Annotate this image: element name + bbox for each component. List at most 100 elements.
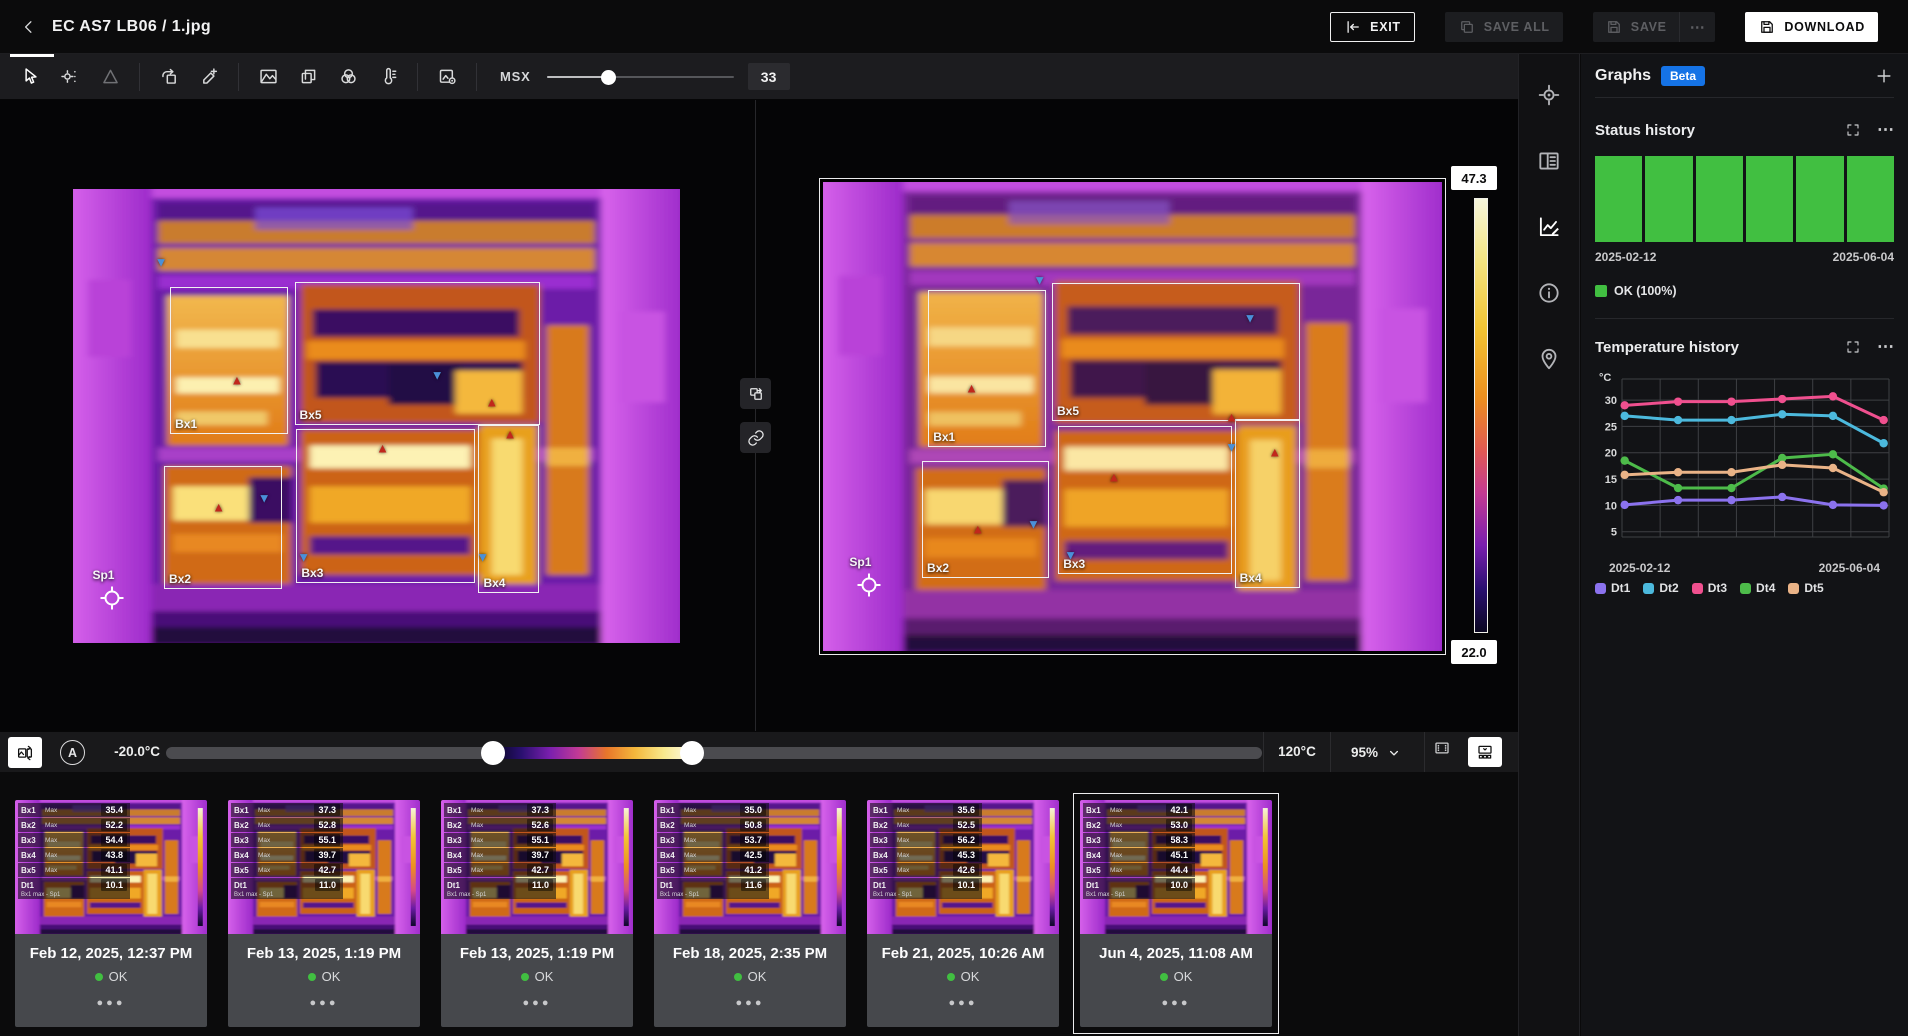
thumbnail-measurements: Bx1Max35.0Bx2Max50.8Bx3Max53.7Bx4Max42.5… (657, 803, 769, 899)
link-images-button[interactable] (740, 422, 771, 453)
thumbnail-more-button[interactable]: ●●● (441, 997, 633, 1009)
measurement-box-Bx4[interactable]: Bx4 (478, 425, 539, 593)
thumbnail-card[interactable]: Bx1Max37.3Bx2Max52.8Bx3Max55.1Bx4Max39.7… (228, 800, 420, 1027)
temperature-legend: Dt1 Dt2 Dt3 Dt4 Dt5 (1595, 581, 1894, 595)
thumbnail-card[interactable]: Bx1Max35.0Bx2Max50.8Bx3Max53.7Bx4Max42.5… (654, 800, 846, 1027)
temperature-scale-tool[interactable] (368, 59, 408, 95)
msx-slider-thumb[interactable] (601, 70, 616, 85)
legend-item-Dt1[interactable]: Dt1 (1595, 581, 1630, 595)
legend-item-Dt3[interactable]: Dt3 (1692, 581, 1727, 595)
more-icon[interactable]: ⋯ (1877, 120, 1894, 140)
thumbnail-image[interactable]: Bx1Max35.6Bx2Max52.5Bx3Max56.2Bx4Max45.3… (867, 800, 1059, 934)
measurement-box-Bx1[interactable]: Bx1 (170, 287, 288, 435)
measurement-row: Bx5Max42.7 (444, 863, 556, 877)
thumbnail-card-selected[interactable]: Bx1Max42.1Bx2Max53.0Bx3Max58.3Bx4Max45.1… (1080, 800, 1272, 1027)
annotate-tool[interactable] (189, 59, 229, 95)
status-segment[interactable] (1645, 156, 1692, 242)
rail-item-graphs[interactable] (1534, 212, 1564, 242)
status-segment[interactable] (1696, 156, 1743, 242)
add-graph-button[interactable] (1874, 66, 1894, 86)
more-icon[interactable]: ⋯ (1877, 337, 1894, 357)
legend-swatch (1740, 583, 1751, 594)
range-thumb-low[interactable] (481, 741, 505, 765)
save-button[interactable]: SAVE (1593, 12, 1679, 42)
msx-slider[interactable] (547, 69, 734, 85)
image-visibility-tool[interactable] (427, 59, 467, 95)
legend-item-Dt4[interactable]: Dt4 (1740, 581, 1775, 595)
thumbnail-measurements: Bx1Max37.3Bx2Max52.8Bx3Max55.1Bx4Max39.7… (231, 803, 343, 899)
thumbnail-more-button[interactable]: ●●● (15, 997, 207, 1009)
temperature-history-chart[interactable]: °C30252015105 (1595, 369, 1894, 559)
thumbnail-card[interactable]: Bx1Max37.3Bx2Max52.6Bx3Max55.1Bx4Max39.7… (441, 800, 633, 1027)
legend-item-Dt2[interactable]: Dt2 (1643, 581, 1678, 595)
status-segment[interactable] (1847, 156, 1894, 242)
back-button[interactable] (14, 12, 44, 42)
thumbnail-card[interactable]: Bx1Max35.6Bx2Max52.5Bx3Max56.2Bx4Max45.3… (867, 800, 1059, 1027)
overlay-frame-button[interactable] (1433, 739, 1451, 757)
legend-label: Dt4 (1756, 581, 1775, 595)
thumbnail-image[interactable]: Bx1Max35.0Bx2Max50.8Bx3Max53.7Bx4Max42.5… (654, 800, 846, 934)
fullscreen-icon[interactable] (1845, 122, 1861, 138)
temperature-colorbar[interactable] (1474, 198, 1488, 633)
status-dates: 2025-02-12 2025-06-04 (1595, 250, 1894, 264)
spot-measure-tool[interactable] (50, 59, 90, 95)
measurement-box-Bx5[interactable]: Bx5 (1052, 283, 1300, 421)
measurement-formula: Bx1 max - Sp1 (18, 892, 130, 899)
rail-item-measure-spot[interactable] (1534, 80, 1564, 110)
spot-marker-Sp1[interactable]: Sp1 (855, 571, 883, 599)
image-adjust-tool[interactable] (248, 59, 288, 95)
rotate-tool[interactable] (149, 59, 189, 95)
thermal-image-right[interactable]: Bx1Bx5Bx2Bx3Bx4▲▲▲▲▲▼▼▼▼▼Sp1 (823, 182, 1442, 651)
select-tool[interactable] (10, 59, 50, 95)
pane-divider (755, 100, 756, 731)
measurement-row: Dt111.0 (444, 878, 556, 892)
spot-marker-Sp1[interactable]: Sp1 (98, 584, 126, 612)
status-history-chart[interactable] (1595, 156, 1894, 242)
rail-item-info[interactable] (1534, 278, 1564, 308)
rail-item-location[interactable] (1534, 344, 1564, 374)
thumbnail-card[interactable]: Bx1Max35.4Bx2Max52.2Bx3Max54.4Bx4Max43.8… (15, 800, 207, 1027)
thumbnail-more-button[interactable]: ●●● (1080, 997, 1272, 1009)
save-more-button[interactable]: ⋯ (1679, 12, 1716, 42)
thumbnail-more-button[interactable]: ●●● (867, 997, 1059, 1009)
color-mix-tool[interactable] (328, 59, 368, 95)
download-button[interactable]: DOWNLOAD (1745, 12, 1878, 42)
thumbnail-more-button[interactable]: ●●● (228, 997, 420, 1009)
swap-images-button[interactable] (740, 378, 771, 409)
measurement-box-Bx2[interactable]: Bx2 (164, 466, 282, 589)
delta-tool[interactable] (90, 59, 130, 95)
fullscreen-icon[interactable] (1845, 339, 1861, 355)
cold-spot-marker-icon: ▼ (431, 369, 444, 382)
range-thumb-high[interactable] (680, 741, 704, 765)
status-dot (734, 973, 742, 981)
status-segment[interactable] (1746, 156, 1793, 242)
box-label: Bx5 (1057, 404, 1079, 418)
measurement-box-Bx5[interactable]: Bx5 (295, 282, 541, 425)
zoom-level-select[interactable]: 95% (1332, 732, 1422, 773)
measurement-row: Bx1Max35.6 (870, 803, 982, 817)
thumbnail-image[interactable]: Bx1Max37.3Bx2Max52.6Bx3Max55.1Bx4Max39.7… (441, 800, 633, 934)
thumbnail-image[interactable]: Bx1Max35.4Bx2Max52.2Bx3Max54.4Bx4Max43.8… (15, 800, 207, 934)
measurement-box-Bx4[interactable]: Bx4 (1235, 419, 1300, 588)
thermal-image-left[interactable]: Bx1Bx5Bx2Bx3Bx4▲▲▲▲▲▼▼▼▼▼Sp1 (73, 189, 680, 643)
thumbnail-image[interactable]: Bx1Max37.3Bx2Max52.8Bx3Max55.1Bx4Max39.7… (228, 800, 420, 934)
legend-item-Dt5[interactable]: Dt5 (1788, 581, 1823, 595)
thumbnail-image[interactable]: Bx1Max42.1Bx2Max53.0Bx3Max58.3Bx4Max45.1… (1080, 800, 1272, 934)
status-segment[interactable] (1796, 156, 1843, 242)
measurement-box-Bx3[interactable]: Bx3 (1058, 426, 1231, 574)
measurement-box-Bx1[interactable]: Bx1 (928, 290, 1046, 447)
temperature-range-slider[interactable] (166, 747, 1262, 759)
thumbnail-more-button[interactable]: ●●● (654, 997, 846, 1009)
status-segment[interactable] (1595, 156, 1642, 242)
cold-spot-marker-icon: ▼ (1244, 312, 1257, 325)
auto-scale-button[interactable]: A (60, 740, 85, 765)
filmstrip-toggle-button[interactable] (1468, 737, 1502, 767)
measurement-row: Bx2Max52.2 (18, 818, 130, 832)
rail-item-details[interactable] (1534, 146, 1564, 176)
colorbar-min-value: 22.0 (1451, 640, 1497, 664)
save-all-button[interactable]: SAVE ALL (1445, 12, 1563, 42)
status-history-title: Status history (1595, 122, 1695, 139)
compare-mode-button[interactable] (8, 737, 42, 768)
shapes-tool[interactable] (288, 59, 328, 95)
exit-button[interactable]: EXIT (1330, 12, 1415, 42)
